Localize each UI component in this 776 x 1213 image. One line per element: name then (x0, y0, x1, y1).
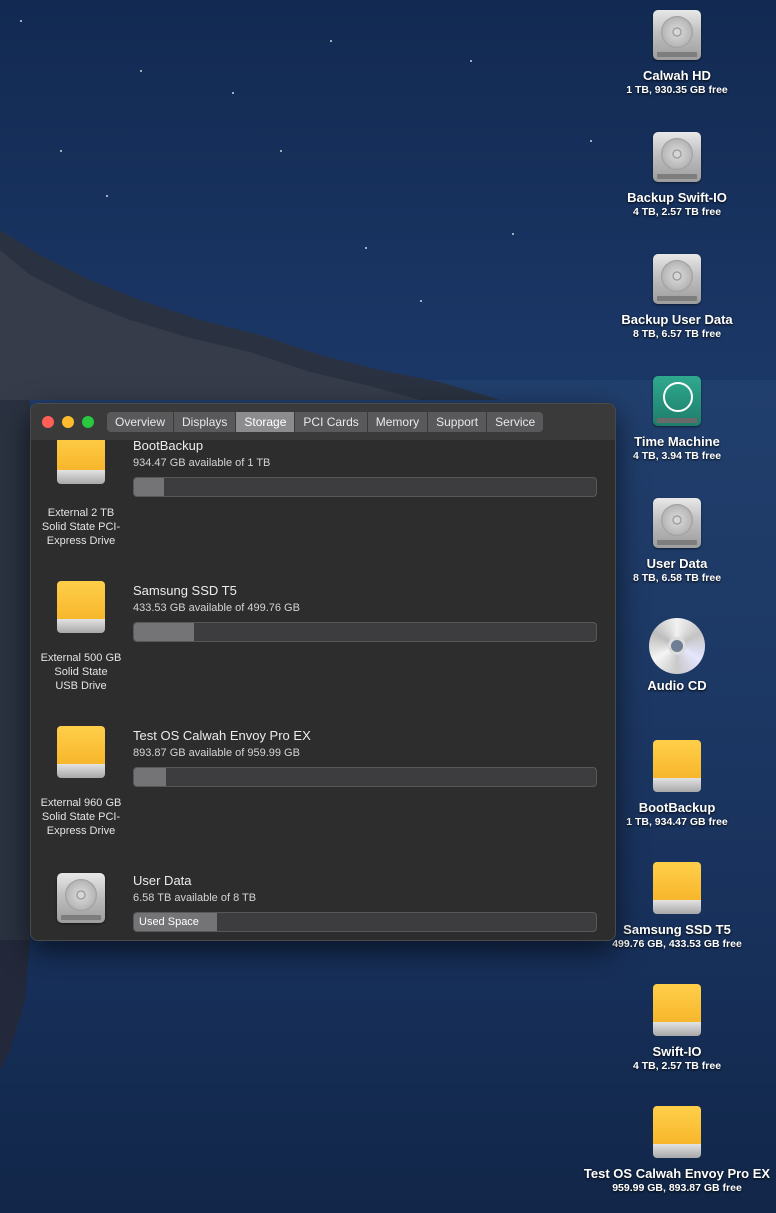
volume-available: 433.53 GB available of 499.76 GB (133, 602, 300, 614)
desktop-icon[interactable]: Calwah HD 1 TB, 930.35 GB free (582, 8, 772, 96)
title-bar: Overview Displays Storage PCI Cards Memo… (31, 404, 615, 440)
desktop-icon-name: Calwah HD (643, 68, 711, 83)
desktop-icon-name: Test OS Calwah Envoy Pro EX (583, 1166, 771, 1181)
time-machine-icon (649, 374, 705, 430)
drive-description: External 500 GB Solid State USB Drive (40, 652, 122, 692)
desktop-icon-capacity: 1 TB, 930.35 GB free (626, 84, 728, 96)
desktop-icon-capacity: 4 TB, 2.57 TB free (632, 1060, 722, 1072)
tab-memory[interactable]: Memory (367, 412, 429, 432)
cd-icon (649, 618, 705, 674)
usage-bar[interactable]: Used Space (133, 912, 597, 932)
close-button[interactable] (42, 416, 54, 428)
volume-available: 934.47 GB available of 1 TB (133, 457, 271, 469)
tab-pci-cards[interactable]: PCI Cards (295, 412, 368, 432)
external-drive-icon (649, 740, 705, 796)
usage-bar[interactable] (133, 622, 597, 642)
external-drive-icon (53, 440, 109, 488)
volume-name: BootBackup (133, 440, 204, 453)
used-space-fill: Used Space (134, 913, 218, 931)
desktop-icon[interactable]: Backup User Data 8 TB, 6.57 TB free (582, 252, 772, 340)
storage-row: External 960 GB Solid State PCI- Express… (31, 714, 615, 859)
hard-drive-icon (649, 130, 705, 186)
desktop-icon-capacity: 959.99 GB, 893.87 GB free (612, 1182, 742, 1194)
desktop-icon-capacity: 4 TB, 2.57 TB free (632, 206, 722, 218)
desktop-icon-name: Swift-IO (652, 1044, 702, 1059)
storage-list[interactable]: External 2 TB Solid State PCI- Express D… (31, 440, 615, 940)
hard-drive-icon (649, 496, 705, 552)
hard-drive-icon (649, 252, 705, 308)
storage-row: External 500 GB Solid State USB Drive Sa… (31, 569, 615, 714)
zoom-button[interactable] (82, 416, 94, 428)
drive-description: External 960 GB Solid State PCI- Express… (40, 797, 122, 837)
storage-row: External 2 TB Solid State PCI- Express D… (31, 440, 615, 569)
used-space-fill (134, 623, 195, 641)
desktop-icon-name: Backup User Data (621, 312, 733, 327)
tab-overview[interactable]: Overview (107, 412, 175, 432)
desktop-icon-capacity: 8 TB, 6.57 TB free (632, 328, 722, 340)
desktop-icon-name: Backup Swift-IO (627, 190, 727, 205)
about-this-mac-window: Overview Displays Storage PCI Cards Memo… (30, 403, 616, 941)
volume-available: 893.87 GB available of 959.99 GB (133, 747, 300, 759)
minimize-button[interactable] (62, 416, 74, 428)
external-drive-icon (53, 726, 109, 782)
external-drive-icon (649, 984, 705, 1040)
hard-drive-icon (649, 8, 705, 64)
volume-name: Samsung SSD T5 (133, 583, 237, 598)
external-drive-icon (649, 1106, 705, 1162)
desktop-icon[interactable]: Swift-IO 4 TB, 2.57 TB free (582, 984, 772, 1072)
tab-bar: Overview Displays Storage PCI Cards Memo… (107, 412, 544, 432)
used-space-fill (134, 478, 165, 496)
volume-available: 6.58 TB available of 8 TB (133, 892, 257, 904)
external-drive-icon (649, 862, 705, 918)
storage-row: User Data 6.58 TB available of 8 TB Used… (31, 859, 615, 940)
drive-description: External 2 TB Solid State PCI- Express D… (41, 507, 121, 547)
tab-displays[interactable]: Displays (174, 412, 237, 432)
hard-drive-icon (53, 871, 109, 927)
tab-storage[interactable]: Storage (236, 412, 296, 432)
usage-bar[interactable] (133, 767, 597, 787)
tab-service[interactable]: Service (487, 412, 544, 432)
usage-bar[interactable] (133, 477, 597, 497)
tab-support[interactable]: Support (428, 412, 488, 432)
used-space-fill (134, 768, 166, 786)
used-space-label: Used Space (139, 916, 199, 928)
external-drive-icon (53, 581, 109, 637)
desktop-icon[interactable]: Test OS Calwah Envoy Pro EX 959.99 GB, 89… (582, 1106, 772, 1194)
desktop-icon[interactable]: Backup Swift-IO 4 TB, 2.57 TB free (582, 130, 772, 218)
volume-name: Test OS Calwah Envoy Pro EX (133, 728, 311, 743)
volume-name: User Data (133, 873, 192, 888)
